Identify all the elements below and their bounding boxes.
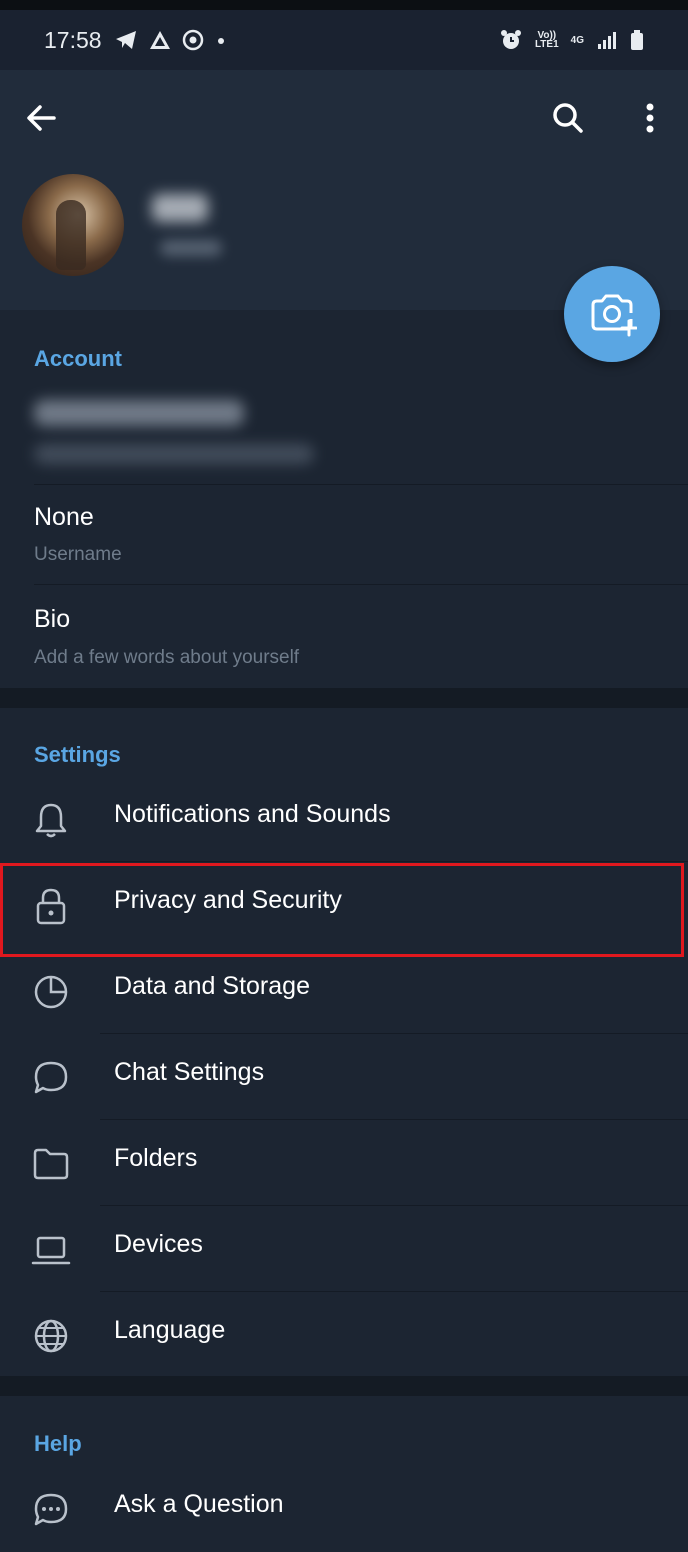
settings-item-label: Language [114, 1316, 226, 1344]
back-arrow-icon [22, 98, 62, 138]
chat-dots-icon [30, 1489, 72, 1531]
location-icon [182, 29, 204, 51]
folder-icon [30, 1143, 72, 1185]
phone-number-blurred[interactable] [34, 400, 244, 426]
set-photo-button[interactable] [564, 266, 660, 362]
bell-icon [30, 799, 72, 841]
settings-item-label: Data and Storage [114, 972, 310, 1000]
bio-title: Bio [34, 605, 71, 633]
status-bar: 17:58 Vo)) LTE1 4G [0, 10, 688, 70]
lock-icon [30, 885, 72, 927]
settings-item-label: Devices [114, 1230, 203, 1258]
globe-icon [30, 1315, 72, 1357]
more-vertical-icon [630, 98, 670, 138]
settings-item-language[interactable]: Language [0, 1292, 688, 1378]
divider [34, 584, 688, 585]
section-separator [0, 1376, 688, 1396]
alarm-icon [499, 28, 523, 52]
settings-item-folders[interactable]: Folders [0, 1120, 688, 1206]
network-indicator: Vo)) LTE1 [534, 30, 559, 50]
search-icon [548, 98, 588, 138]
settings-section-title: Settings [34, 742, 121, 767]
laptop-icon [30, 1229, 72, 1271]
settings-item-label: Folders [114, 1144, 198, 1172]
username-label: Username [34, 544, 122, 565]
settings-item-label: Chat Settings [114, 1058, 265, 1086]
account-section-title: Account [34, 346, 122, 371]
username-value: None [34, 503, 94, 531]
network-4g-label: 4G [570, 34, 584, 46]
drive-icon [148, 29, 172, 51]
settings-item-chat[interactable]: Chat Settings [0, 1034, 688, 1120]
settings-item-privacy[interactable]: Privacy and Security [0, 862, 688, 948]
camera-add-icon [587, 291, 637, 337]
back-button[interactable] [22, 98, 62, 138]
pie-chart-icon [30, 971, 72, 1013]
help-item-label: Ask a Question [114, 1490, 284, 1518]
settings-item-label: Notifications and Sounds [114, 800, 391, 828]
avatar[interactable] [22, 174, 124, 276]
telegram-icon [114, 29, 138, 51]
signal-icon [596, 30, 618, 50]
bio-placeholder: Add a few words about yourself [34, 647, 300, 668]
divider [34, 484, 688, 485]
battery-icon [630, 29, 644, 51]
more-options-button[interactable] [630, 98, 670, 138]
settings-item-data-storage[interactable]: Data and Storage [0, 948, 688, 1034]
profile-status-blurred [160, 240, 222, 256]
settings-item-notifications[interactable]: Notifications and Sounds [0, 776, 688, 862]
settings-item-devices[interactable]: Devices [0, 1206, 688, 1292]
status-time: 17:58 [44, 26, 102, 53]
top-bezel [0, 0, 688, 10]
help-item-ask-question[interactable]: Ask a Question [0, 1466, 688, 1552]
search-button[interactable] [548, 98, 588, 138]
phone-label-blurred [34, 444, 314, 464]
help-section-title: Help [34, 1431, 82, 1456]
profile-name-blurred [152, 194, 208, 222]
settings-item-label: Privacy and Security [114, 886, 342, 914]
chat-bubble-icon [30, 1057, 72, 1099]
section-separator [0, 688, 688, 708]
username-row[interactable]: None Username [0, 486, 688, 584]
dot-icon [214, 29, 228, 51]
bio-row[interactable]: Bio Add a few words about yourself [0, 586, 688, 688]
